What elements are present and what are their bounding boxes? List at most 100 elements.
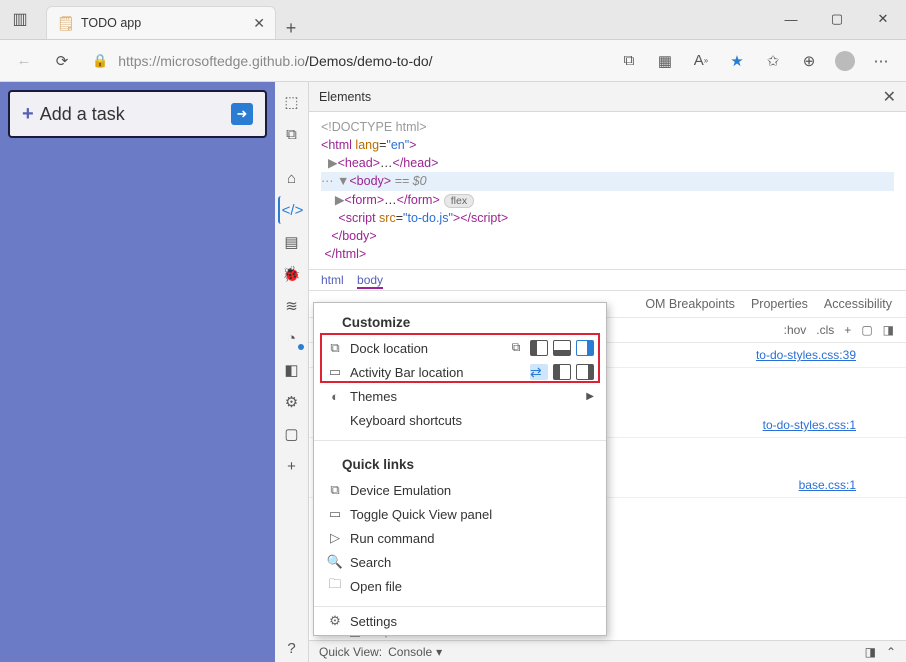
menu-item-run-command[interactable]: ▷ Run command xyxy=(314,526,606,550)
quick-view-dock-icon[interactable]: ◨ xyxy=(865,645,876,659)
dom-form[interactable]: ▶<form>…</form>flex xyxy=(321,191,894,209)
dock-undock-button[interactable]: ⧉ xyxy=(507,340,525,356)
tab-properties[interactable]: Properties xyxy=(751,297,808,311)
menu-item-open-file[interactable]: 🗀 Open file xyxy=(314,574,606,598)
help-icon[interactable]: ? xyxy=(278,634,306,662)
dom-body-close[interactable]: </body> xyxy=(321,227,894,245)
performance-tab-icon[interactable]: ◔ xyxy=(278,324,306,352)
run-icon: ▷ xyxy=(326,530,344,546)
menu-item-shortcuts[interactable]: Keyboard shortcuts xyxy=(314,408,606,432)
breadcrumb-html[interactable]: html xyxy=(321,273,344,287)
new-tab-button[interactable]: + xyxy=(276,18,306,39)
dock-icon: ⧉ xyxy=(326,340,344,356)
style-source-link-1[interactable]: to-do-styles.css:39 xyxy=(756,348,856,362)
elements-tab-icon[interactable]: </> xyxy=(278,196,306,224)
dock-left-button[interactable] xyxy=(530,340,548,356)
activity-bar-move-button[interactable]: ⇄ xyxy=(530,364,548,380)
add-tool-icon[interactable]: + xyxy=(278,452,306,480)
menu-item-toggle-quickview[interactable]: ▭ Toggle Quick View panel xyxy=(314,502,606,526)
breadcrumb[interactable]: html body xyxy=(309,269,906,291)
tab-title: TODO app xyxy=(81,16,253,30)
favorites-icon[interactable]: ✩ xyxy=(756,45,790,77)
collections-icon[interactable]: ⊕ xyxy=(792,45,826,77)
screenshot-icon[interactable]: ⧉ xyxy=(612,45,646,77)
memory-tab-icon[interactable]: ◧ xyxy=(278,356,306,384)
add-task-label: Add a task xyxy=(40,104,231,125)
welcome-icon[interactable]: ⌂ xyxy=(278,164,306,192)
menu-heading-quicklinks: Quick links xyxy=(314,453,606,478)
tab-close-icon[interactable]: ✕ xyxy=(253,15,265,32)
toggle-pane-icon[interactable]: ◨ xyxy=(883,323,894,337)
dom-html-close[interactable]: </html> xyxy=(321,245,894,263)
menu-heading-customize: Customize xyxy=(314,311,606,336)
gear-icon: ⚙ xyxy=(326,613,344,629)
read-aloud-icon[interactable]: A» xyxy=(684,45,718,77)
tab-accessibility[interactable]: Accessibility xyxy=(824,297,892,311)
network-tab-icon[interactable]: ≋ xyxy=(278,292,306,320)
more-tools-icon[interactable]: ▢ xyxy=(278,420,306,448)
activity-bar: ⬚ ⧉ ⌂ </> ▤ 🐞 ≋ ◔ ◧ ⚙ ▢ + ? xyxy=(275,82,309,662)
tab-dom-breakpoints[interactable]: OM Breakpoints xyxy=(645,297,735,311)
favorite-star-icon[interactable]: ★ xyxy=(720,45,754,77)
new-style-rule-icon[interactable]: + xyxy=(844,323,851,337)
window-maximize-button[interactable]: ▢ xyxy=(814,0,860,39)
sources-tab-icon[interactable]: 🐞 xyxy=(278,260,306,288)
dom-head[interactable]: ▶<head>…</head> xyxy=(321,154,894,172)
panel-title: Elements xyxy=(319,90,883,104)
device-emulation-icon[interactable]: ⧉ xyxy=(278,120,306,148)
quick-view-label: Quick View: xyxy=(319,645,382,659)
quick-view-bar[interactable]: Quick View: Console ▾ ◨ ⌃ xyxy=(309,640,906,662)
dom-html[interactable]: <html lang="en"> xyxy=(321,136,894,154)
device-icon: ⧉ xyxy=(326,482,344,498)
style-source-link-2[interactable]: to-do-styles.css:1 xyxy=(763,418,856,432)
qr-icon[interactable]: ▦ xyxy=(648,45,682,77)
dom-script[interactable]: <script src="to-do.js"></script> xyxy=(321,209,894,227)
dom-doctype[interactable]: <!DOCTYPE html> xyxy=(321,118,894,136)
menu-item-themes[interactable]: ◐ Themes ▶ xyxy=(314,384,606,408)
address-bar[interactable]: 🔒 https://microsoftedge.github.io/Demos/… xyxy=(84,46,606,76)
window-close-button[interactable]: ✕ xyxy=(860,0,906,39)
activity-bar-left-button[interactable] xyxy=(553,364,571,380)
menu-item-activity-bar[interactable]: ▭ Activity Bar location ⇄ xyxy=(314,360,606,384)
dom-tree[interactable]: <!DOCTYPE html> <html lang="en"> ▶<head>… xyxy=(309,112,906,269)
window-titlebar: ▥ 🗒 TODO app ✕ + — ▢ ✕ xyxy=(0,0,906,40)
menu-item-settings[interactable]: ⚙ Settings xyxy=(314,611,606,635)
window-minimize-button[interactable]: — xyxy=(768,0,814,39)
breadcrumb-body[interactable]: body xyxy=(357,273,383,289)
cls-toggle[interactable]: .cls xyxy=(816,323,834,337)
profile-avatar[interactable] xyxy=(828,45,862,77)
dock-right-button[interactable] xyxy=(576,340,594,356)
inspect-tool-icon[interactable]: ⬚ xyxy=(278,88,306,116)
quick-view-expand-icon[interactable]: ⌃ xyxy=(886,645,896,659)
style-source-link-3[interactable]: base.css:1 xyxy=(799,478,856,492)
quick-view-selection[interactable]: Console xyxy=(388,645,432,659)
dock-bottom-button[interactable] xyxy=(553,340,571,356)
submit-task-button[interactable]: ➜ xyxy=(231,103,253,125)
menu-item-search[interactable]: 🔍 Search xyxy=(314,550,606,574)
panel-icon: ▭ xyxy=(326,506,344,522)
back-button[interactable]: ← xyxy=(8,45,40,77)
activity-bar-right-button[interactable] xyxy=(576,364,594,380)
console-tab-icon[interactable]: ▤ xyxy=(278,228,306,256)
menu-item-dock-location[interactable]: ⧉ Dock location ⧉ xyxy=(314,336,606,360)
hov-toggle[interactable]: :hov xyxy=(784,323,807,337)
menu-item-device-emulation[interactable]: ⧉ Device Emulation xyxy=(314,478,606,502)
url-path: /Demos/demo-to-do/ xyxy=(305,53,433,69)
more-menu-icon[interactable]: ⋯ xyxy=(864,45,898,77)
themes-icon: ◐ xyxy=(326,389,344,404)
search-icon: 🔍 xyxy=(326,554,344,570)
application-tab-icon[interactable]: ⚙ xyxy=(278,388,306,416)
site-info-icon[interactable]: 🔒 xyxy=(92,53,108,69)
tab-favicon-icon: 🗒 xyxy=(57,15,73,31)
computed-icon[interactable]: ▢ xyxy=(861,323,872,337)
add-task-input[interactable]: + Add a task ➜ xyxy=(8,90,267,138)
browser-toolbar: ← ⟳ 🔒 https://microsoftedge.github.io/De… xyxy=(0,40,906,82)
dom-body[interactable]: ⋯ ▼<body> == $0 xyxy=(321,172,894,190)
activity-bar-icon: ▭ xyxy=(326,364,344,380)
plus-icon: + xyxy=(22,103,34,126)
quick-view-dropdown-icon[interactable]: ▾ xyxy=(436,645,442,659)
tab-actions-icon[interactable]: ▥ xyxy=(0,0,40,39)
browser-tab[interactable]: 🗒 TODO app ✕ xyxy=(46,6,276,39)
panel-close-icon[interactable]: ✕ xyxy=(883,87,896,107)
refresh-button[interactable]: ⟳ xyxy=(46,45,78,77)
